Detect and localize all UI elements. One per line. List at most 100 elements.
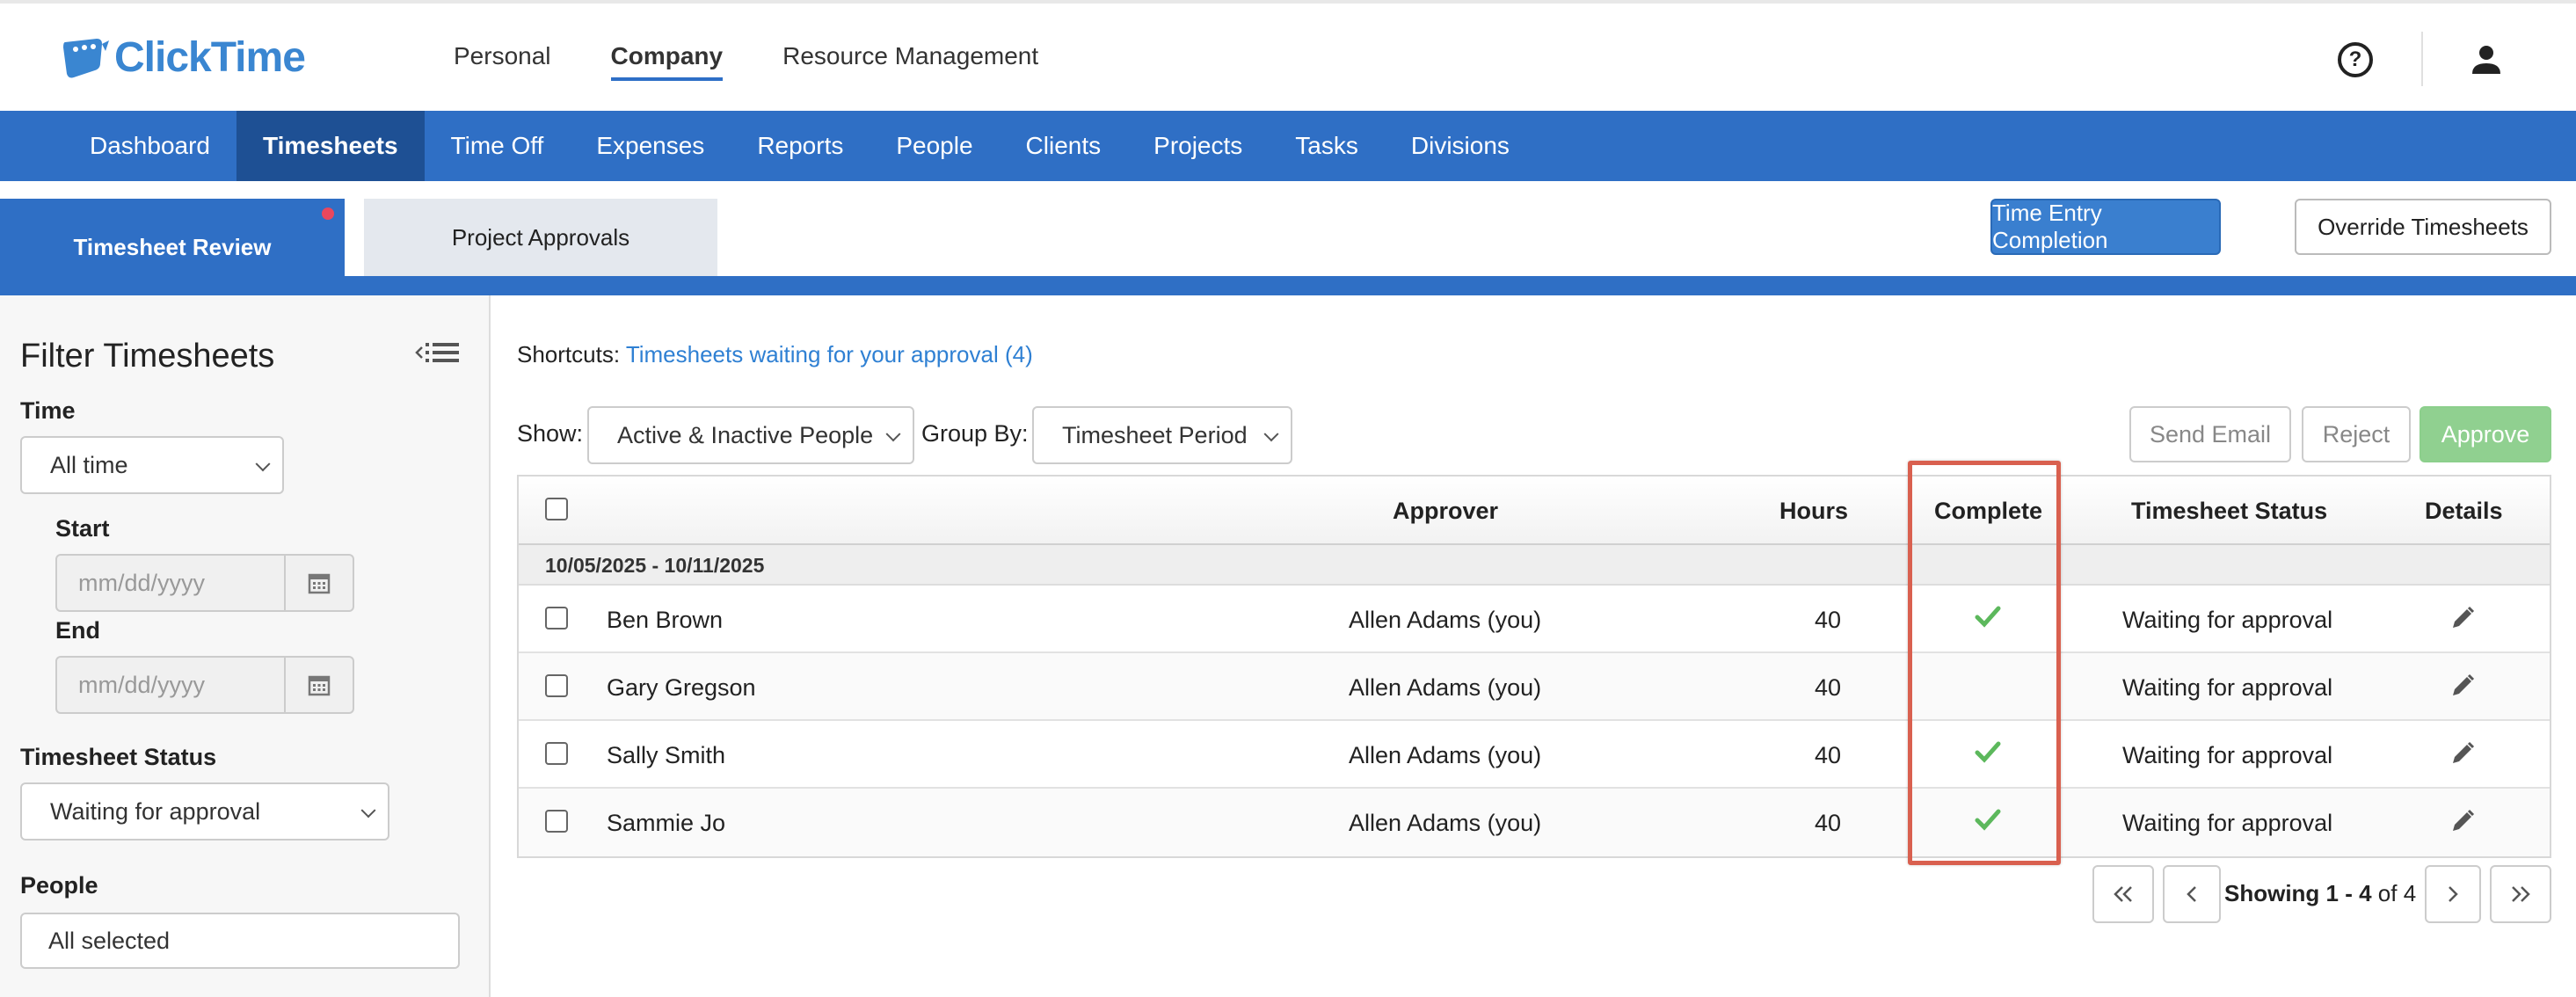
group-by-select-value: Timesheet Period	[1062, 421, 1248, 448]
nav-expenses[interactable]: Expenses	[570, 111, 731, 181]
filter-panel: Filter Timesheets Time All time Start mm…	[0, 295, 491, 997]
group-period: 10/05/2025 - 10/11/2025	[545, 554, 765, 577]
top-nav: Personal Company Resource Management	[454, 42, 1038, 81]
show-select[interactable]: Active & Inactive People	[587, 406, 914, 464]
send-email-button[interactable]: Send Email	[2129, 406, 2291, 462]
status-cell: Waiting for approval	[2122, 742, 2333, 768]
time-select[interactable]: All time	[20, 436, 284, 494]
approve-button[interactable]: Approve	[2420, 406, 2551, 462]
approver-cell: Allen Adams (you)	[1349, 810, 1542, 836]
last-page-button[interactable]	[2490, 865, 2551, 923]
status-cell: Waiting for approval	[2122, 674, 2333, 701]
pagination-prefix: Showing	[2224, 880, 2326, 906]
select-all-checkbox[interactable]	[545, 498, 568, 520]
main-nav: Dashboard Timesheets Time Off Expenses R…	[0, 111, 2576, 181]
pagination-total: of 4	[2371, 880, 2417, 906]
nav-dashboard[interactable]: Dashboard	[63, 111, 236, 181]
group-by-label: Group By:	[921, 420, 1029, 447]
pencil-icon[interactable]	[2449, 740, 2476, 767]
nav-time-off[interactable]: Time Off	[425, 111, 571, 181]
double-chevron-left-icon	[2114, 886, 2132, 902]
table-row: Gary Gregson Allen Adams (you) 40 Waitin…	[519, 653, 2550, 721]
row-checkbox[interactable]	[545, 607, 568, 629]
pencil-icon[interactable]	[2449, 808, 2476, 834]
nav-timesheets[interactable]: Timesheets	[236, 111, 425, 181]
top-nav-company[interactable]: Company	[610, 42, 724, 81]
calendar-icon[interactable]	[286, 658, 353, 712]
nav-reports[interactable]: Reports	[731, 111, 870, 181]
start-date-placeholder: mm/dd/yyyy	[57, 556, 286, 610]
hours-cell: 40	[1815, 742, 1842, 768]
notification-dot	[322, 207, 334, 220]
hours-cell: 40	[1815, 810, 1842, 836]
help-icon[interactable]: ?	[2338, 42, 2373, 77]
tab-timesheet-review[interactable]: Timesheet Review	[0, 199, 345, 295]
end-date-field[interactable]: mm/dd/yyyy	[55, 656, 354, 714]
prev-page-button[interactable]	[2163, 865, 2221, 923]
group-by-select[interactable]: Timesheet Period	[1032, 406, 1292, 464]
row-checkbox[interactable]	[545, 810, 568, 833]
collapse-filter-icon[interactable]	[415, 339, 461, 366]
table-header: Approver Hours Complete Timesheet Status…	[519, 477, 2550, 545]
calendar-icon[interactable]	[286, 556, 353, 610]
logo-text: ClickTime	[114, 34, 306, 81]
check-icon	[1975, 606, 2001, 628]
filter-title: Filter Timesheets	[20, 338, 275, 375]
table-row: Sally Smith Allen Adams (you) 40 Waiting…	[519, 721, 2550, 789]
show-select-value: Active & Inactive People	[617, 421, 874, 448]
shortcuts: Shortcuts: Timesheets waiting for your a…	[517, 341, 1033, 368]
first-page-button[interactable]	[2092, 865, 2154, 923]
time-label: Time	[20, 397, 76, 424]
col-hours: Hours	[1779, 498, 1849, 524]
override-timesheets-button[interactable]: Override Timesheets	[2295, 199, 2551, 255]
status-cell: Waiting for approval	[2122, 607, 2333, 633]
chevron-down-icon	[1263, 426, 1279, 442]
status-cell: Waiting for approval	[2122, 810, 2333, 836]
tab-project-approvals[interactable]: Project Approvals	[364, 199, 717, 276]
nav-divisions[interactable]: Divisions	[1385, 111, 1536, 181]
nav-projects[interactable]: Projects	[1127, 111, 1269, 181]
row-checkbox[interactable]	[545, 674, 568, 697]
status-select-value: Waiting for approval	[50, 797, 261, 825]
status-select[interactable]: Waiting for approval	[20, 782, 389, 841]
logo-icon	[63, 38, 109, 77]
start-date-field[interactable]: mm/dd/yyyy	[55, 554, 354, 612]
col-timesheet-status: Timesheet Status	[2131, 498, 2328, 524]
next-page-button[interactable]	[2425, 865, 2481, 923]
col-complete: Complete	[1934, 498, 2043, 524]
user-icon[interactable]	[2469, 42, 2504, 77]
double-chevron-right-icon	[2512, 886, 2530, 902]
sub-bar-stripe	[0, 276, 2576, 295]
group-row: 10/05/2025 - 10/11/2025	[519, 545, 2550, 586]
pencil-icon[interactable]	[2449, 673, 2476, 699]
nav-people[interactable]: People	[870, 111, 999, 181]
approver-cell: Allen Adams (you)	[1349, 607, 1542, 633]
header-divider	[2421, 32, 2423, 86]
check-icon	[1975, 809, 2001, 831]
employee-name: Gary Gregson	[607, 674, 756, 701]
pagination-summary: Showing 1 - 4 of 4	[2224, 880, 2416, 907]
employee-name: Sally Smith	[607, 742, 726, 768]
reject-button[interactable]: Reject	[2302, 406, 2411, 462]
chevron-down-icon	[360, 803, 376, 819]
end-label: End	[55, 617, 100, 644]
shortcuts-label: Shortcuts:	[517, 341, 621, 368]
hours-cell: 40	[1815, 607, 1842, 633]
shortcut-waiting-link[interactable]: Timesheets waiting for your approval (4)	[626, 341, 1033, 368]
pencil-icon[interactable]	[2449, 605, 2476, 631]
table-row: Sammie Jo Allen Adams (you) 40 Waiting f…	[519, 789, 2550, 856]
time-entry-completion-button[interactable]: Time Entry Completion	[1990, 199, 2221, 255]
nav-clients[interactable]: Clients	[1000, 111, 1128, 181]
employee-name: Ben Brown	[607, 607, 724, 633]
top-nav-resource-management[interactable]: Resource Management	[782, 42, 1038, 81]
status-label: Timesheet Status	[20, 744, 217, 770]
clicktime-logo[interactable]: ClickTime	[62, 33, 306, 82]
chevron-down-icon	[255, 456, 271, 472]
chevron-right-icon	[2449, 886, 2458, 902]
row-checkbox[interactable]	[545, 742, 568, 765]
people-select[interactable]: All selected	[20, 913, 460, 969]
top-nav-personal[interactable]: Personal	[454, 42, 551, 81]
time-select-value: All time	[50, 451, 128, 478]
col-approver: Approver	[1393, 498, 1499, 524]
nav-tasks[interactable]: Tasks	[1269, 111, 1385, 181]
